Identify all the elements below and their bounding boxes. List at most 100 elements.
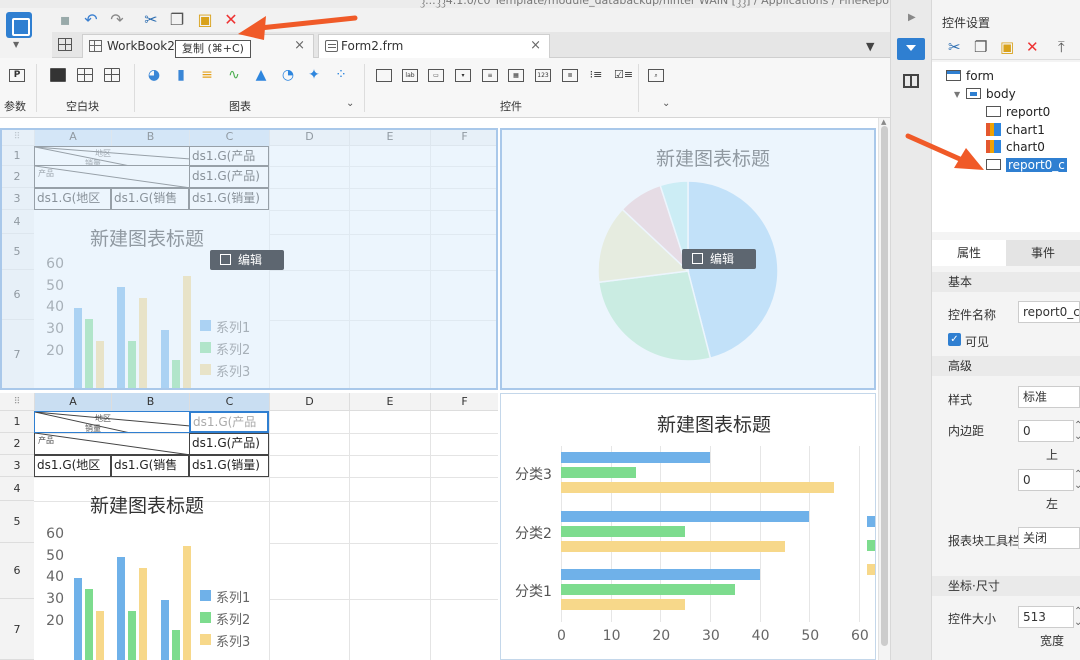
cell-c2[interactable]: ds1.G(产品) xyxy=(189,166,269,188)
bar-1-2[interactable] xyxy=(117,286,126,390)
bar-2-1[interactable] xyxy=(85,589,93,660)
cell-b3[interactable]: ds1.G(销售 xyxy=(111,188,189,210)
legend-swatch[interactable] xyxy=(867,516,875,527)
report-block-icon[interactable] xyxy=(104,68,120,82)
bar-3-3[interactable] xyxy=(182,545,191,660)
bar-3-3[interactable] xyxy=(182,275,191,390)
search-widget-icon[interactable]: ⌕ xyxy=(648,69,664,82)
radar-chart-icon[interactable]: ✦ xyxy=(305,66,323,84)
column-b[interactable]: B xyxy=(111,393,189,411)
column-a[interactable]: A xyxy=(34,393,111,411)
textfield-widget-icon[interactable]: ▭ xyxy=(428,69,444,82)
layout-icon[interactable] xyxy=(903,74,919,88)
row-5[interactable]: 5 xyxy=(0,234,34,270)
cut-icon[interactable]: ✂ xyxy=(140,10,162,30)
legend-item[interactable]: 系列3 xyxy=(200,361,250,380)
expand-icon[interactable]: ▼ xyxy=(954,90,960,99)
row-5[interactable]: 5 xyxy=(0,501,34,543)
grip-icon[interactable]: ⠿ xyxy=(0,128,34,146)
hbar-3-2[interactable] xyxy=(561,584,735,596)
bar-2-2[interactable] xyxy=(128,340,137,390)
bar-1-3[interactable] xyxy=(160,330,169,390)
tab-form[interactable]: Form2.frm × xyxy=(318,34,550,58)
row-4[interactable]: 4 xyxy=(0,477,34,501)
hbar-3-3[interactable] xyxy=(561,599,686,611)
column-a[interactable]: A xyxy=(34,128,111,146)
column-e[interactable]: E xyxy=(349,128,430,146)
report-block-report0-c[interactable]: ⠿ A B C D E F 1 2 3 4 5 6 7 地区 销量 产品 ds1… xyxy=(0,393,498,660)
legend-item[interactable]: 系列1 xyxy=(200,587,250,606)
section-position[interactable]: 坐标·尺寸 xyxy=(932,576,1080,596)
bar-1-2[interactable] xyxy=(117,556,126,660)
tree-node-chart1[interactable]: chart1 xyxy=(986,122,1045,138)
tab-menu-icon[interactable]: ▼ xyxy=(866,40,874,53)
hbar-3-1[interactable] xyxy=(561,569,760,581)
column-e[interactable]: E xyxy=(349,393,430,411)
cell-c3[interactable]: ds1.G(销量) xyxy=(189,455,269,477)
line-chart-icon[interactable]: ∿ xyxy=(225,66,243,84)
legend-item[interactable]: 系列1 xyxy=(200,317,250,336)
hbar-1-3[interactable] xyxy=(561,482,835,493)
close-icon[interactable]: × xyxy=(294,35,305,57)
bar-chart-icon[interactable]: ≡ xyxy=(198,66,216,84)
copy-icon[interactable]: ❐ xyxy=(166,10,188,30)
redo-icon[interactable]: ↷ xyxy=(106,10,128,30)
copy-icon[interactable]: ❐ xyxy=(974,38,987,56)
app-logo-icon[interactable] xyxy=(6,12,32,38)
bar-3-1[interactable] xyxy=(96,340,104,390)
slash-header-cell[interactable]: 地区 销量 xyxy=(34,146,190,166)
checkbox-group-icon[interactable]: ☑≡ xyxy=(614,69,633,82)
delete-icon[interactable]: ✕ xyxy=(1026,38,1039,56)
row-1[interactable]: 1 xyxy=(0,411,34,433)
padding-left-input[interactable]: 0 xyxy=(1018,469,1074,491)
visible-checkbox[interactable]: ✓ xyxy=(948,333,961,346)
bar-1-1[interactable] xyxy=(74,308,82,390)
radio-group-icon[interactable]: ⁝≡ xyxy=(588,69,604,82)
chevron-down-icon[interactable]: ⌄ xyxy=(662,98,670,109)
save-icon[interactable]: ▪ xyxy=(54,10,76,30)
legend-swatch[interactable] xyxy=(867,564,875,575)
stepper-icon[interactable]: ⌃ ⌄ xyxy=(1074,469,1080,491)
column-chart[interactable]: 20 30 40 50 60 系列1 系列2 系列3 xyxy=(36,523,266,660)
tree-node-body[interactable]: body xyxy=(966,86,1016,102)
delete-icon[interactable]: ✕ xyxy=(220,10,242,30)
bar-1-1[interactable] xyxy=(74,578,82,660)
column-chart[interactable]: 20 30 40 50 60 系列1 系列2 系列3 xyxy=(36,253,266,390)
stepper-icon[interactable]: ⌃ ⌄ xyxy=(1074,420,1080,442)
report-block-report0[interactable]: ⠿ A B C D E F 1 2 3 4 5 6 7 地区 销量 产品 ds1… xyxy=(0,128,498,390)
legend-item[interactable]: 系列3 xyxy=(200,631,250,650)
cell-a3[interactable]: ds1.G(地区 xyxy=(34,188,111,210)
gauge-chart-icon[interactable]: ◔ xyxy=(279,66,297,84)
chart-block-chart0[interactable]: 新建图表标题 0 10 20 30 40 50 60 分类3 分类2 分类1 xyxy=(500,393,876,660)
pie-chart-icon[interactable]: ◕ xyxy=(145,66,163,84)
paste-icon[interactable]: ▣ xyxy=(194,10,216,30)
chart-block-chart1[interactable]: 新建图表标题 编辑 xyxy=(500,128,876,390)
horizontal-bar-chart[interactable]: 0 10 20 30 40 50 60 分类3 分类2 分类1 xyxy=(501,394,875,659)
column-f[interactable]: F xyxy=(430,128,498,146)
bar-1-3[interactable] xyxy=(160,600,169,660)
paste-icon[interactable]: ▣ xyxy=(1000,38,1014,56)
row-2[interactable]: 2 xyxy=(0,433,34,455)
bar-3-1[interactable] xyxy=(96,610,104,660)
row-3[interactable]: 3 xyxy=(0,188,34,210)
cell-a3[interactable]: ds1.G(地区 xyxy=(34,455,111,477)
stepper-icon[interactable]: ⌃ ⌄ xyxy=(1074,606,1080,628)
button-widget-icon[interactable] xyxy=(376,69,392,82)
textarea-widget-icon[interactable]: ≣ xyxy=(562,69,578,82)
hbar-2-2[interactable] xyxy=(561,525,686,537)
cell-c2[interactable]: ds1.G(产品) xyxy=(189,433,269,455)
row-6[interactable]: 6 xyxy=(0,270,34,320)
vertical-scrollbar[interactable]: ▲ xyxy=(878,118,890,660)
padding-top-input[interactable]: 0 xyxy=(1018,420,1074,442)
scatter-chart-icon[interactable]: ⁘ xyxy=(332,66,350,84)
scroll-up-icon[interactable]: ▲ xyxy=(881,118,886,126)
date-widget-icon[interactable]: ▦ xyxy=(508,69,524,82)
report-toolbar-select[interactable]: 关闭 xyxy=(1018,527,1080,549)
edit-button[interactable]: 编辑 xyxy=(682,249,756,269)
area-chart-icon[interactable]: ▲ xyxy=(252,66,270,84)
tab-properties[interactable]: 属性 xyxy=(932,240,1006,266)
label-widget-icon[interactable]: lab xyxy=(402,69,418,82)
widget-width-input[interactable]: 513 xyxy=(1018,606,1074,628)
hbar-2-1[interactable] xyxy=(561,510,810,522)
listbox-widget-icon[interactable]: ≡ xyxy=(482,69,498,82)
